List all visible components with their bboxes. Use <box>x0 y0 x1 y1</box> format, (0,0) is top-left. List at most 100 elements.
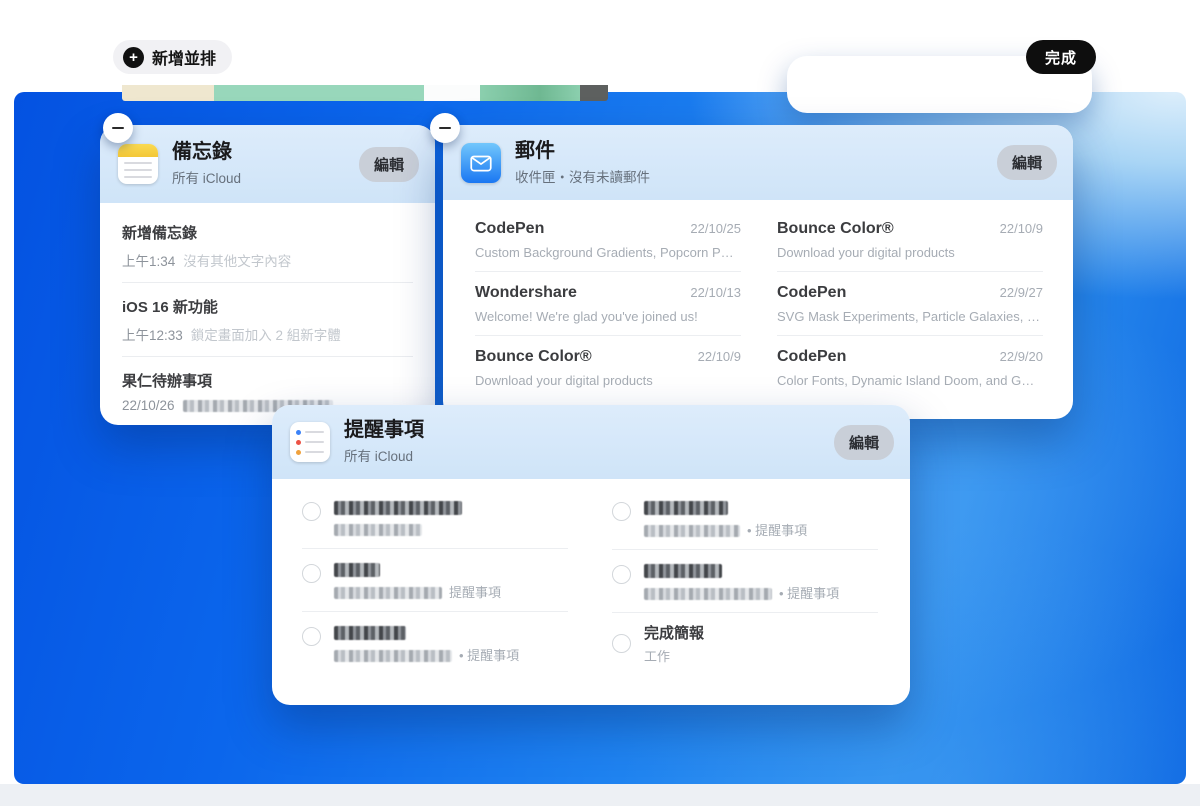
censored-reminder-title <box>334 501 462 515</box>
mail-widget-body: CodePen 22/10/25 Custom Background Gradi… <box>443 200 1073 399</box>
reminder-checkbox[interactable] <box>612 502 631 521</box>
reminder-list-name: 工作 <box>644 650 670 663</box>
mail-date: 22/10/25 <box>690 221 741 236</box>
mail-sender: Bounce Color® <box>475 348 592 366</box>
mail-column-left: CodePen 22/10/25 Custom Background Gradi… <box>475 208 741 399</box>
censored-reminder-subtitle <box>644 525 740 537</box>
mail-date: 22/9/20 <box>1000 349 1043 364</box>
mail-preview: Welcome! We're glad you've joined us! <box>475 309 741 324</box>
note-time: 22/10/26 <box>122 398 175 413</box>
note-row: 新增備忘錄 上午1:34 沒有其他文字內容 <box>122 209 413 283</box>
remove-mail-widget-button[interactable] <box>430 113 460 143</box>
note-preview: 沒有其他文字內容 <box>183 250 291 270</box>
reminder-checkbox[interactable] <box>612 634 631 653</box>
note-time: 上午12:33 <box>122 324 183 344</box>
reminder-row: • 提醒事項 <box>612 487 878 550</box>
photo-segment <box>424 85 480 101</box>
mail-date: 22/10/9 <box>1000 221 1043 236</box>
notes-widget[interactable]: 備忘錄 所有 iCloud 編輯 新增備忘錄 上午1:34 沒有其他文字內容 i… <box>100 125 435 425</box>
mail-edit-button[interactable]: 編輯 <box>997 145 1057 180</box>
reminder-checkbox[interactable] <box>302 502 321 521</box>
censored-reminder-title <box>644 564 722 578</box>
photo-segment <box>480 85 580 101</box>
notes-widget-body: 新增備忘錄 上午1:34 沒有其他文字內容 iOS 16 新功能 上午12:33… <box>100 203 435 425</box>
notes-widget-header: 備忘錄 所有 iCloud 編輯 <box>100 125 435 203</box>
desktop-floor <box>0 784 1200 806</box>
reminders-column-left: 提醒事項 • 提醒事項 <box>302 487 568 675</box>
censored-reminder-subtitle <box>334 587 442 599</box>
mail-sender: Bounce Color® <box>777 220 894 238</box>
mail-preview: Color Fonts, Dynamic Island Doom, and G… <box>777 373 1043 388</box>
note-row: iOS 16 新功能 上午12:33 鎖定畫面加入 2 組新字體 <box>122 283 413 357</box>
mail-sender: CodePen <box>475 220 544 238</box>
mail-widget[interactable]: 郵件 收件匣・沒有未讀郵件 編輯 CodePen 22/10/25 Custom… <box>443 125 1073 419</box>
reminders-widget-header: 提醒事項 所有 iCloud 編輯 <box>272 405 910 479</box>
mail-sender: Wondershare <box>475 284 577 302</box>
partial-photo-widget <box>122 85 608 101</box>
mail-row: Bounce Color® 22/10/9 Download your digi… <box>777 208 1043 272</box>
mail-preview: Download your digital products <box>777 245 1043 260</box>
reminder-checkbox[interactable] <box>302 627 321 646</box>
mail-row: CodePen 22/9/20 Color Fonts, Dynamic Isl… <box>777 336 1043 399</box>
notes-edit-button[interactable]: 編輯 <box>359 147 419 182</box>
done-label: 完成 <box>1045 47 1077 68</box>
mail-row: Bounce Color® 22/10/9 Download your digi… <box>475 336 741 399</box>
mail-date: 22/9/27 <box>1000 285 1043 300</box>
photo-segment <box>122 85 214 101</box>
note-title: 新增備忘錄 <box>122 222 413 243</box>
mail-widget-subtitle: 收件匣・沒有未讀郵件 <box>515 166 997 186</box>
reminder-checkbox[interactable] <box>612 565 631 584</box>
mail-sender: CodePen <box>777 348 846 366</box>
photo-segment <box>214 85 424 101</box>
note-time: 上午1:34 <box>122 250 175 270</box>
censored-reminder-subtitle <box>644 588 772 600</box>
reminder-row: 提醒事項 <box>302 549 568 612</box>
reminder-list-label: • 提醒事項 <box>779 587 839 600</box>
reminders-edit-button[interactable]: 編輯 <box>834 425 894 460</box>
censored-reminder-subtitle <box>334 524 422 536</box>
mail-row: CodePen 22/10/25 Custom Background Gradi… <box>475 208 741 272</box>
note-preview: 鎖定畫面加入 2 組新字體 <box>191 324 341 344</box>
reminders-widget-body: 提醒事項 • 提醒事項 <box>272 479 910 675</box>
mail-preview: Custom Background Gradients, Popcorn P… <box>475 245 741 260</box>
reminders-column-right: • 提醒事項 • 提醒事項 完成簡報 工作 <box>612 487 878 675</box>
remove-notes-widget-button[interactable] <box>103 113 133 143</box>
note-title: iOS 16 新功能 <box>122 296 413 317</box>
reminder-row: • 提醒事項 <box>302 612 568 674</box>
notes-widget-title: 備忘錄 <box>172 141 359 164</box>
minus-icon <box>439 127 451 129</box>
photo-segment <box>580 85 608 101</box>
reminders-widget-title: 提醒事項 <box>344 419 834 442</box>
envelope-icon <box>468 150 494 176</box>
notes-widget-subtitle: 所有 iCloud <box>172 167 359 187</box>
mail-row: CodePen 22/9/27 SVG Mask Experiments, Pa… <box>777 272 1043 336</box>
mail-widget-header: 郵件 收件匣・沒有未讀郵件 編輯 <box>443 125 1073 200</box>
minus-icon <box>112 127 124 129</box>
plus-icon: + <box>123 47 144 68</box>
censored-reminder-title <box>334 626 406 640</box>
censored-reminder-title <box>644 501 728 515</box>
reminder-title: 完成簡報 <box>644 626 878 642</box>
reminder-list-label: • 提醒事項 <box>747 524 807 537</box>
mail-row: Wondershare 22/10/13 Welcome! We're glad… <box>475 272 741 336</box>
reminder-row: • 提醒事項 <box>612 550 878 613</box>
notes-app-icon <box>118 144 158 184</box>
mail-column-right: Bounce Color® 22/10/9 Download your digi… <box>777 208 1043 399</box>
mail-widget-title: 郵件 <box>515 140 997 163</box>
censored-reminder-title <box>334 563 380 577</box>
censored-reminder-subtitle <box>334 650 452 662</box>
mail-date: 22/10/13 <box>690 285 741 300</box>
reminder-list-label: 提醒事項 <box>449 586 501 599</box>
reminders-widget[interactable]: 提醒事項 所有 iCloud 編輯 提醒事項 <box>272 405 910 705</box>
add-widget-button[interactable]: + 新增並排 <box>113 40 232 74</box>
reminders-app-icon <box>290 422 330 462</box>
reminder-checkbox[interactable] <box>302 564 321 583</box>
mail-preview: Download your digital products <box>475 373 741 388</box>
mail-date: 22/10/9 <box>698 349 741 364</box>
add-widget-label: 新增並排 <box>152 45 216 69</box>
mail-preview: SVG Mask Experiments, Particle Galaxies,… <box>777 309 1043 324</box>
reminder-row <box>302 487 568 549</box>
done-button[interactable]: 完成 <box>1026 40 1096 74</box>
reminder-list-label: • 提醒事項 <box>459 649 519 662</box>
reminder-row: 完成簡報 工作 <box>612 613 878 675</box>
